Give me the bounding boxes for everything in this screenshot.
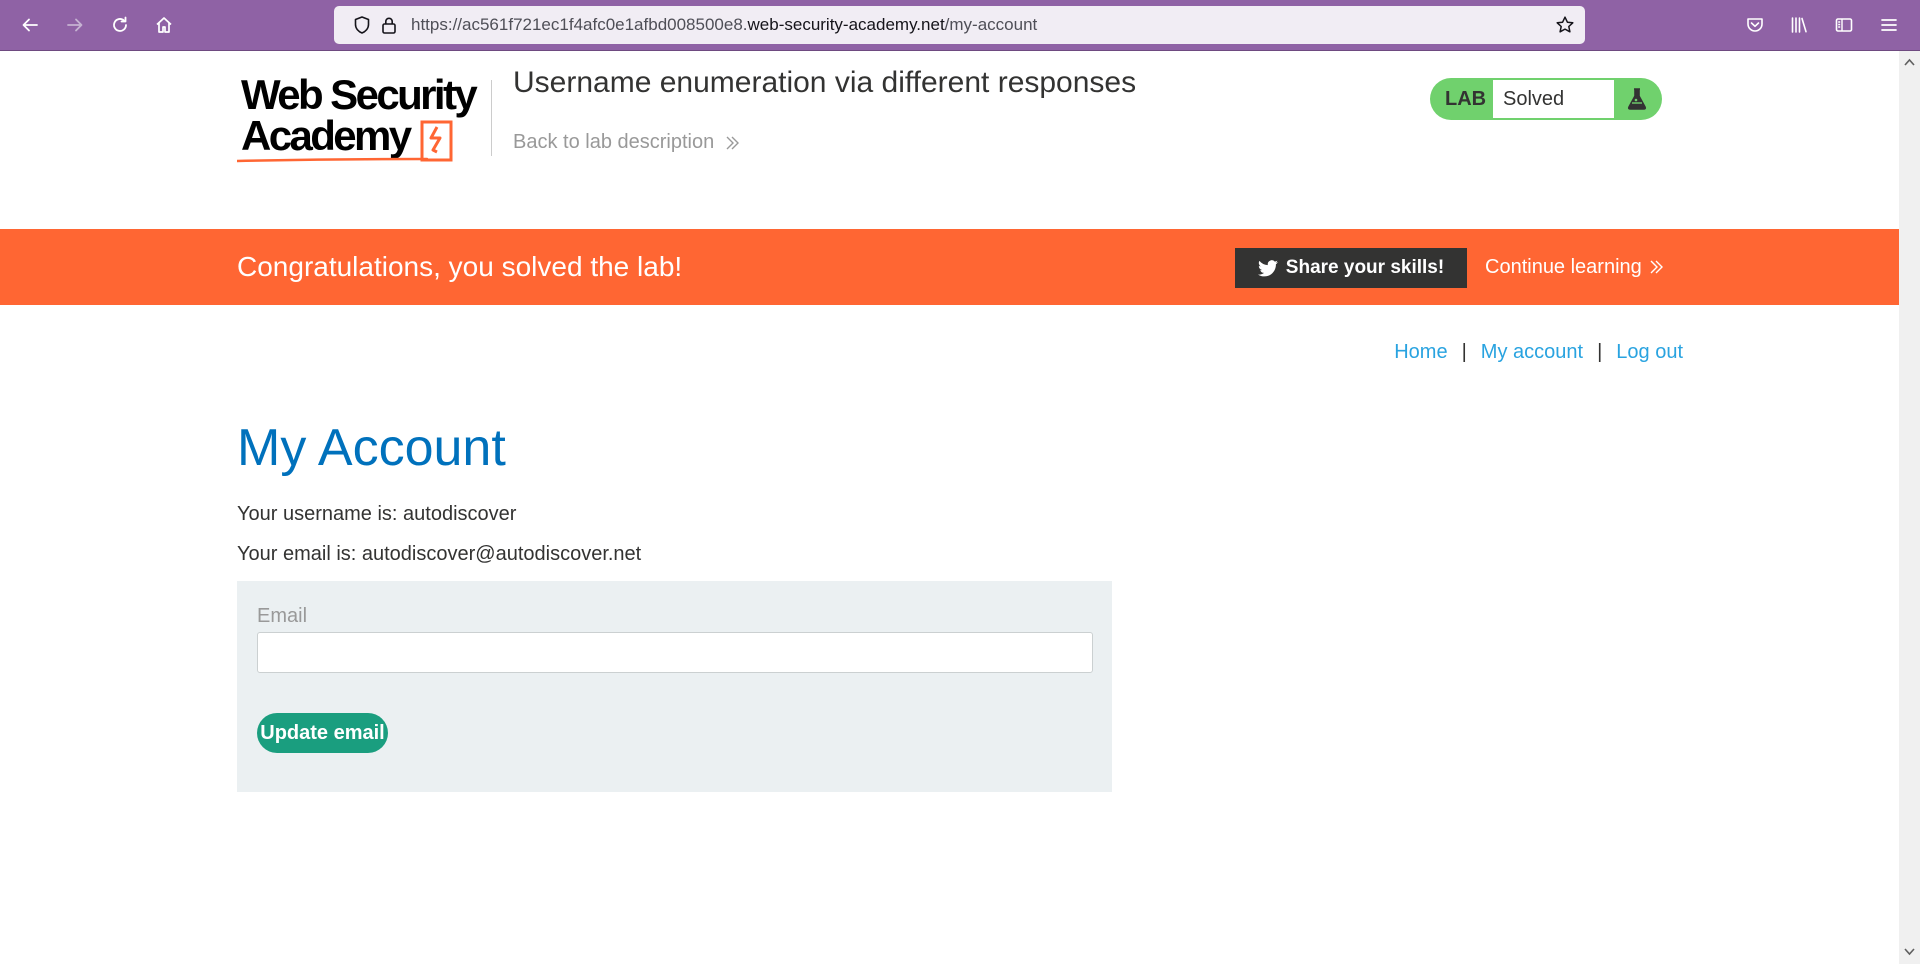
header-divider xyxy=(491,80,492,156)
back-button[interactable] xyxy=(15,10,45,40)
pocket-button[interactable] xyxy=(1740,10,1770,40)
sidebar-icon xyxy=(1835,18,1853,32)
library-button[interactable] xyxy=(1784,10,1814,40)
double-chevron-right-icon xyxy=(1650,260,1663,274)
back-to-lab-description-link[interactable]: Back to lab description xyxy=(513,131,740,154)
arrow-left-icon xyxy=(22,18,38,32)
account-navigation: Home | My account | Log out xyxy=(1394,341,1683,364)
nav-log-out-link[interactable]: Log out xyxy=(1616,341,1683,364)
nav-home-link[interactable]: Home xyxy=(1394,341,1447,364)
email-field[interactable] xyxy=(257,632,1093,673)
username-info: Your username is: autodiscover xyxy=(237,503,517,525)
lab-title: Username enumeration via different respo… xyxy=(513,66,1137,99)
home-button[interactable] xyxy=(149,10,179,40)
back-link-label: Back to lab description xyxy=(513,131,715,153)
nav-separator: | xyxy=(1461,341,1467,363)
url-text[interactable]: https://ac561f721ec1f4afc0e1afbd008500e8… xyxy=(411,6,1037,44)
web-security-academy-logo[interactable]: Web Security Academy xyxy=(237,74,487,169)
menu-button[interactable] xyxy=(1874,10,1904,40)
vertical-scrollbar[interactable] xyxy=(1899,51,1920,964)
twitter-icon xyxy=(1257,259,1278,276)
email-field-label: Email xyxy=(257,605,308,627)
reload-button[interactable] xyxy=(105,10,135,40)
congratulations-message: Congratulations, you solved the lab! xyxy=(237,251,683,282)
star-icon[interactable] xyxy=(1555,15,1575,35)
arrow-right-icon xyxy=(67,18,83,32)
update-email-button[interactable]: Update email xyxy=(257,713,388,753)
email-info: Your email is: autodiscover@autodiscover… xyxy=(237,543,642,565)
page-title: My Account xyxy=(237,419,506,477)
pocket-icon xyxy=(1747,18,1763,32)
continue-learning-label: Continue learning xyxy=(1485,256,1642,278)
hamburger-menu-icon xyxy=(1881,19,1897,31)
double-chevron-right-icon xyxy=(726,136,740,149)
update-email-form: Email Update email xyxy=(237,581,1112,792)
flask-icon xyxy=(1624,86,1650,112)
nav-separator: | xyxy=(1597,341,1603,363)
scroll-up-icon[interactable] xyxy=(1903,55,1916,68)
continue-learning-link[interactable]: Continue learning xyxy=(1485,229,1664,305)
lab-status-text: Solved xyxy=(1493,80,1614,118)
browser-toolbar: https://ac561f721ec1f4afc0e1afbd008500e8… xyxy=(0,0,1920,51)
home-icon xyxy=(156,17,172,33)
shield-icon[interactable] xyxy=(352,15,372,35)
share-button-label: Share your skills! xyxy=(1285,257,1445,278)
address-bar[interactable]: https://ac561f721ec1f4afc0e1afbd008500e8… xyxy=(334,6,1585,44)
lock-icon[interactable] xyxy=(379,15,399,35)
scroll-down-icon[interactable] xyxy=(1903,945,1916,958)
logo-line2: Academy xyxy=(241,112,413,159)
library-icon xyxy=(1791,17,1807,33)
reload-icon xyxy=(113,16,127,32)
congratulations-banner: Congratulations, you solved the lab! Sha… xyxy=(0,229,1899,305)
sidebar-button[interactable] xyxy=(1829,10,1859,40)
lab-status-badge: LAB Solved xyxy=(1430,78,1662,120)
share-your-skills-button[interactable]: Share your skills! xyxy=(1235,248,1467,288)
nav-my-account-link[interactable]: My account xyxy=(1481,341,1583,364)
forward-button[interactable] xyxy=(60,10,90,40)
lab-badge-label: LAB xyxy=(1445,88,1487,110)
